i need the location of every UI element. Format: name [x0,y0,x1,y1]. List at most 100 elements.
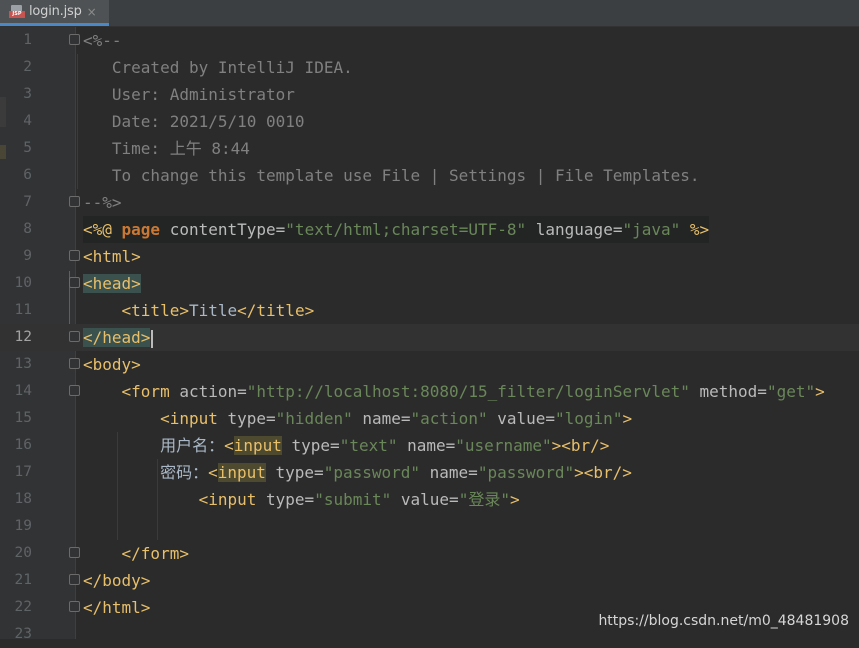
line-number: 13 [14,356,32,372]
fold-icon[interactable] [69,331,80,342]
editor-tab-bar: JSP login.jsp × [0,0,859,27]
attr-name: name= [420,463,478,482]
attr-value: "java" [622,220,681,239]
matched-tag: <head> [83,274,141,293]
highlighted-tag-name: input [217,463,266,482]
code-line-17: 17 密码：<input type="password" name="passw… [0,459,859,486]
text-caret [151,329,154,348]
attr-name: name= [397,436,456,455]
text: 用户名： [160,436,225,455]
attr-value: "hidden" [275,409,353,428]
attr-name: language= [526,220,623,239]
fold-icon[interactable] [69,601,80,612]
line-number: 23 [14,626,32,642]
line-number: 21 [14,572,32,588]
code-text: <title>Title</title> [83,297,315,324]
tab-label: login.jsp [29,4,82,19]
code-line-20: 20 </form> [0,540,859,567]
fold-icon[interactable] [69,34,80,45]
code-line-16: 16 用户名：<input type="text" name="username… [0,432,859,459]
code-line-13: 13 <body> [0,351,859,378]
code-line-10: 10 <head> [0,270,859,297]
code-text: <body> [83,355,141,374]
attr-name: method= [689,382,767,401]
line-number: 5 [23,140,32,156]
attr-value: "submit" [314,490,392,509]
code-line-15: 15 <input type="hidden" name="action" va… [0,405,859,432]
text: Title [188,301,238,320]
tag: < [224,436,234,455]
code-text: </body> [83,571,151,590]
line-number: 8 [23,221,32,237]
close-icon[interactable]: × [87,5,97,19]
code-text: </html> [83,598,151,617]
line-number: 4 [23,113,32,129]
line-number: 20 [14,545,32,561]
code-text: Time: 上午 8:44 [83,139,250,158]
fold-icon[interactable] [69,547,80,558]
code-line-18: 18 <input type="submit" value="登录"> [0,486,859,513]
line-number: 11 [14,302,32,318]
fold-icon[interactable] [69,358,80,369]
tag: <title> [121,301,189,320]
fold-icon[interactable] [69,250,80,261]
tag: < [208,463,218,482]
code-line-2: 2 Created by IntelliJ IDEA. [0,54,859,81]
attr-value: "text/html;charset=UTF-8" [285,220,527,239]
attr-name: contentType= [160,220,286,239]
attr-name: type= [256,490,315,509]
attr-value: "username" [455,436,552,455]
code-text: Date: 2021/5/10 0010 [83,112,305,131]
line-number: 12 [14,329,32,345]
fold-icon[interactable] [69,574,80,585]
code-text: <form action="http://localhost:8080/15_f… [83,378,825,405]
code-line-5: 5 Time: 上午 8:44 [0,135,859,162]
attr-name: name= [352,409,411,428]
code-text: --%> [83,193,122,212]
tag: <form [121,382,170,401]
line-number: 6 [23,167,32,183]
attr-name: type= [217,409,276,428]
line-number: 16 [14,437,32,453]
jsp-file-icon: JSP [9,4,25,19]
line-number: 15 [14,410,32,426]
code-line-14: 14 <form action="http://localhost:8080/1… [0,378,859,405]
tag: > [815,382,825,401]
line-number: 7 [23,194,32,210]
fold-icon[interactable] [69,385,80,396]
attr-value: "password" [477,463,575,482]
line-number: 17 [14,464,32,480]
code-text: User: Administrator [83,85,295,104]
tag: ><br/> [574,463,632,482]
tag: <input [160,409,218,428]
attr-value: "action" [410,409,488,428]
line-number: 2 [23,59,32,75]
line-number: 18 [14,491,32,507]
jsp-directive-close: %> [680,220,710,239]
tag: <input [198,490,257,509]
code-text: 密码：<input type="password" name="password… [83,459,632,486]
tag: </form> [121,544,189,563]
attr-value: "text" [339,436,398,455]
attr-value: "http://localhost:8080/15_filter/loginSe… [246,382,690,401]
attr-name: type= [265,463,324,482]
tab-login-jsp[interactable]: JSP login.jsp × [0,0,109,26]
attr-value: "get" [766,382,816,401]
attr-name: action= [169,382,247,401]
code-line-19: 19 [0,513,859,540]
tag: > [622,409,633,428]
code-line-21: 21 </body> [0,567,859,594]
code-line-12: 12 </head> [0,324,859,351]
line-number: 1 [23,32,32,48]
fold-icon[interactable] [69,277,80,288]
fold-icon[interactable] [69,196,80,207]
attr-value: "password" [323,463,421,482]
line-number: 3 [23,86,32,102]
text: 密码： [160,463,209,482]
code-line-6: 6 To change this template use File | Set… [0,162,859,189]
line-number: 22 [14,599,32,615]
